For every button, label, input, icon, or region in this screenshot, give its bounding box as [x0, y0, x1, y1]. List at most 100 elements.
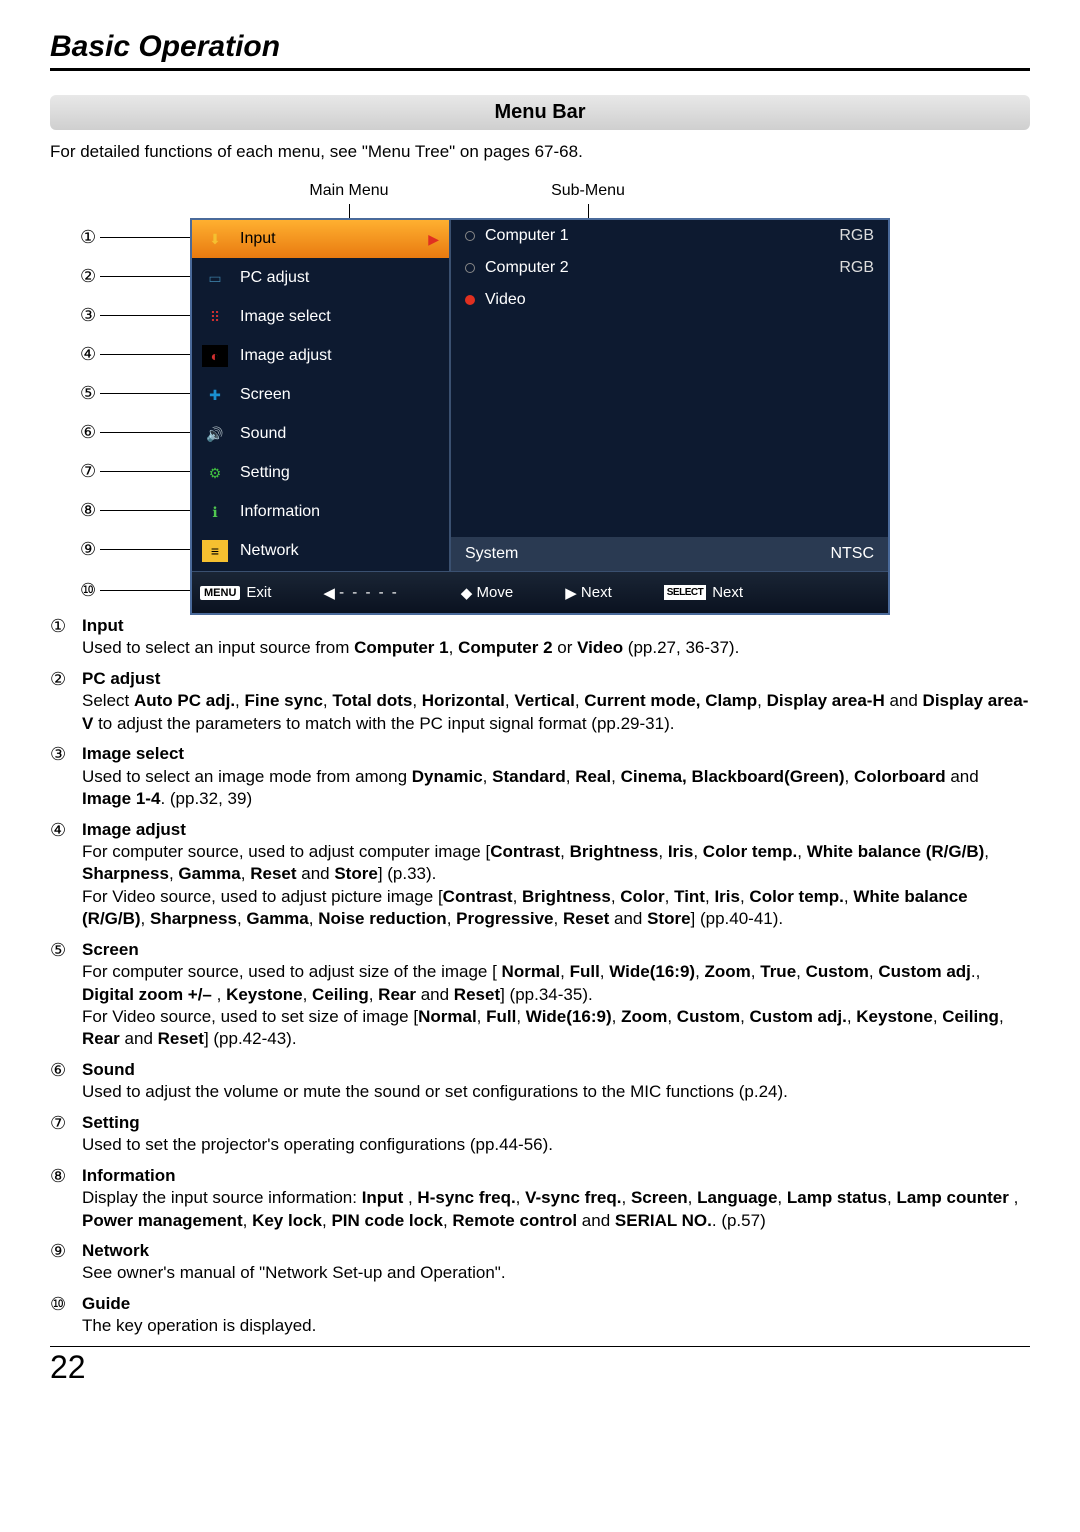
select-key-box: SELECT — [664, 585, 706, 600]
callout-2: ② — [80, 257, 190, 296]
label-sub-menu: Sub-Menu — [518, 182, 658, 200]
callout-5: ⑤ — [80, 374, 190, 413]
callout-6: ⑥ — [80, 413, 190, 452]
menu-item-setting[interactable]: ⚙Setting — [192, 454, 449, 493]
menu-item-label: Network — [240, 542, 439, 560]
play-arrow-icon: ▶ — [428, 231, 439, 248]
image-adjust-icon: ◐ — [202, 345, 228, 367]
desc-number: ⑥ — [50, 1059, 82, 1104]
move-label: Move — [477, 584, 514, 601]
input-icon: ⬇ — [202, 228, 228, 250]
sub-item-computer-1[interactable]: Computer 1RGB — [451, 220, 888, 252]
exit-label: Exit — [246, 584, 271, 601]
desc-number: ⑨ — [50, 1240, 82, 1285]
sub-item-video[interactable]: Video — [451, 284, 888, 316]
desc-item: ②PC adjustSelect Auto PC adj., Fine sync… — [50, 668, 1030, 735]
number-callouts: ①②③④⑤⑥⑦⑧⑨⑩ — [80, 218, 190, 615]
desc-item: ⑦SettingUsed to set the projector's oper… — [50, 1112, 1030, 1157]
desc-text: The key operation is displayed. — [82, 1315, 1030, 1337]
desc-title: Guide — [82, 1293, 1030, 1315]
desc-text: For computer source, used to adjust size… — [82, 961, 1030, 1051]
desc-text: See owner's manual of "Network Set-up an… — [82, 1262, 1030, 1284]
osd-panel: ⬇ Input▶ ▭PC adjust ⠿ Image select ◐ Image adj… — [190, 218, 890, 615]
desc-text: Used to select an image mode from among … — [82, 766, 1030, 811]
sub-item-computer-2[interactable]: Computer 2RGB — [451, 252, 888, 284]
description-list: ①InputUsed to select an input source fro… — [50, 615, 1030, 1338]
sub-item-value: RGB — [839, 259, 874, 277]
page-number: 22 — [50, 1346, 1030, 1386]
sub-item-label: Video — [485, 291, 874, 309]
desc-text: Select Auto PC adj., Fine sync, Total do… — [82, 690, 1030, 735]
desc-item: ①InputUsed to select an input source fro… — [50, 615, 1030, 660]
network-icon: ≡ — [202, 540, 228, 562]
callout-4: ④ — [80, 335, 190, 374]
sub-menu-column: Computer 1RGBComputer 2RGBVideo System N… — [450, 220, 888, 571]
desc-number: ⑧ — [50, 1165, 82, 1232]
desc-item: ⑥SoundUsed to adjust the volume or mute … — [50, 1059, 1030, 1104]
section-header-menu-bar: Menu Bar — [50, 95, 1030, 130]
desc-number: ③ — [50, 743, 82, 810]
menu-item-label: Screen — [240, 386, 439, 404]
system-row: System NTSC — [451, 537, 888, 571]
menu-item-image-select[interactable]: ⠿ Image select — [192, 298, 449, 337]
desc-text: Display the input source information: In… — [82, 1187, 1030, 1232]
left-arrow-icon: ◀ — [323, 584, 335, 602]
updown-arrow-icon: ◆ — [461, 584, 473, 602]
desc-number: ② — [50, 668, 82, 735]
desc-item: ③Image selectUsed to select an image mod… — [50, 743, 1030, 810]
radio-icon — [465, 231, 475, 241]
menu-item-information[interactable]: ℹ Information — [192, 493, 449, 532]
desc-title: PC adjust — [82, 668, 1030, 690]
menu-item-input[interactable]: ⬇ Input▶ — [192, 220, 449, 259]
callout-8: ⑧ — [80, 491, 190, 530]
next-label-2: Next — [712, 584, 743, 601]
desc-title: Network — [82, 1240, 1030, 1262]
page-title: Basic Operation — [50, 30, 1030, 71]
next-label-1: Next — [581, 584, 612, 601]
intro-text: For detailed functions of each menu, see… — [50, 142, 1030, 162]
callout-3: ③ — [80, 296, 190, 335]
desc-number: ① — [50, 615, 82, 660]
menu-item-label: Image adjust — [240, 347, 439, 365]
callout-7: ⑦ — [80, 452, 190, 491]
desc-text: Used to adjust the volume or mute the so… — [82, 1081, 1030, 1103]
desc-item: ⑧InformationDisplay the input source inf… — [50, 1165, 1030, 1232]
information-icon: ℹ — [202, 501, 228, 523]
menu-item-label: Image select — [240, 308, 439, 326]
desc-text: For computer source, used to adjust comp… — [82, 841, 1030, 931]
menu-diagram: Main Menu Sub-Menu ①②③④⑤⑥⑦⑧⑨⑩ ⬇ Input▶ ▭PC… — [50, 182, 1030, 615]
image-select-icon: ⠿ — [202, 306, 228, 328]
radio-icon — [465, 295, 475, 305]
desc-title: Screen — [82, 939, 1030, 961]
menu-item-screen[interactable]: ✚Screen — [192, 376, 449, 415]
sub-item-label: Computer 1 — [485, 227, 839, 245]
main-menu-column: ⬇ Input▶ ▭PC adjust ⠿ Image select ◐ Image adj… — [192, 220, 450, 571]
desc-number: ④ — [50, 819, 82, 931]
menu-item-label: Input — [240, 230, 428, 248]
desc-title: Information — [82, 1165, 1030, 1187]
dashes: - - - - - — [339, 584, 399, 601]
callout-1: ① — [80, 218, 190, 257]
setting-icon: ⚙ — [202, 462, 228, 484]
menu-item-image-adjust[interactable]: ◐ Image adjust — [192, 337, 449, 376]
menu-item-network[interactable]: ≡ Network — [192, 532, 449, 571]
menu-item-label: Information — [240, 503, 439, 521]
desc-number: ⑤ — [50, 939, 82, 1051]
desc-number: ⑩ — [50, 1293, 82, 1338]
sub-item-value: RGB — [839, 227, 874, 245]
menu-item-pc-adjust[interactable]: ▭PC adjust — [192, 259, 449, 298]
pc-adjust-icon: ▭ — [202, 267, 228, 289]
desc-title: Setting — [82, 1112, 1030, 1134]
menu-item-sound[interactable]: 🔊Sound — [192, 415, 449, 454]
radio-icon — [465, 263, 475, 273]
desc-title: Input — [82, 615, 1030, 637]
label-main-menu: Main Menu — [220, 182, 478, 200]
menu-key-box: MENU — [200, 586, 240, 600]
desc-title: Image adjust — [82, 819, 1030, 841]
sub-item-label: Computer 2 — [485, 259, 839, 277]
system-value: NTSC — [830, 545, 874, 563]
desc-item: ⑨NetworkSee owner's manual of "Network S… — [50, 1240, 1030, 1285]
menu-item-label: Sound — [240, 425, 439, 443]
callout-10: ⑩ — [80, 569, 190, 611]
desc-text: Used to select an input source from Comp… — [82, 637, 1030, 659]
